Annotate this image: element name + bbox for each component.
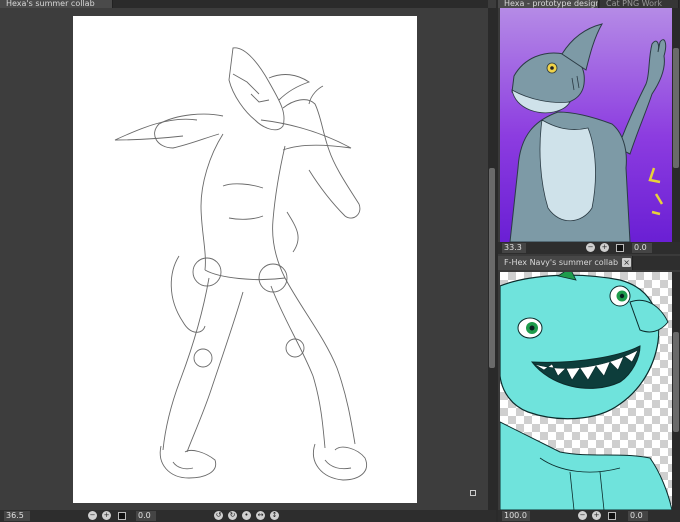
- zoom-out-button[interactable]: −: [88, 511, 97, 520]
- prototype-image[interactable]: [500, 8, 672, 242]
- bottom-right-statusbar: 100.0 − + 0.0: [498, 510, 680, 522]
- top-right-scroll-thumb[interactable]: [673, 48, 679, 168]
- fit-view-button[interactable]: [118, 512, 126, 520]
- sketch-drawing: [114, 47, 367, 481]
- tab-cat-png[interactable]: Cat PNG Work: [600, 0, 679, 8]
- rotate-right-icon[interactable]: ↻: [228, 511, 237, 520]
- bottom-right-scrollbar[interactable]: [672, 272, 680, 510]
- main-canvas-scrollbar[interactable]: [488, 8, 496, 510]
- main-canvas-scroll-thumb[interactable]: [489, 168, 495, 368]
- canvas-paper[interactable]: [73, 16, 417, 503]
- shark-character-teal: [500, 272, 672, 510]
- main-angle-field[interactable]: 0.0: [136, 511, 156, 521]
- pane-divider[interactable]: [496, 0, 498, 522]
- main-zoom-field[interactable]: 36.5: [4, 511, 30, 521]
- navy-fit-button[interactable]: [608, 512, 616, 520]
- bottom-right-scroll-thumb[interactable]: [673, 332, 679, 432]
- navy-angle-field[interactable]: 0.0: [628, 511, 648, 521]
- top-right-scrollbar[interactable]: [672, 8, 680, 242]
- main-canvas-tabbar: Hexa's summer collab: [0, 0, 488, 8]
- top-right-statusbar: 33.3 − + 0.0: [498, 242, 680, 254]
- flip-horizontal-icon[interactable]: ↔: [256, 511, 265, 520]
- shark-character-grey: [509, 23, 667, 242]
- bottom-right-tabbar: F-Hex Navy's summer collab ×: [498, 256, 680, 270]
- flip-vertical-icon[interactable]: ↕: [270, 511, 279, 520]
- prototype-zoom-field[interactable]: 33.3: [502, 243, 526, 253]
- tab-navy-summer-collab[interactable]: F-Hex Navy's summer collab ×: [498, 256, 633, 270]
- navy-zoom-field[interactable]: 100.0: [502, 511, 530, 521]
- tab-navy-summer-collab-label: F-Hex Navy's summer collab: [504, 258, 619, 267]
- navy-collab-image[interactable]: [500, 272, 672, 510]
- zoom-in-button[interactable]: +: [102, 511, 111, 520]
- main-canvas-pane: Hexa's summer collab 36.5 − + 0.0 ↺ ↻ • …: [0, 0, 498, 522]
- close-icon[interactable]: ×: [622, 258, 632, 267]
- navy-zoom-out-button[interactable]: −: [578, 511, 587, 520]
- prototype-angle-field[interactable]: 0.0: [632, 243, 652, 253]
- rotate-left-icon[interactable]: ↺: [214, 511, 223, 520]
- tab-main-canvas[interactable]: Hexa's summer collab: [0, 0, 113, 8]
- prototype-zoom-out-button[interactable]: −: [586, 243, 595, 252]
- rotate-reset-icon[interactable]: •: [242, 511, 251, 520]
- canvas-corner-marker: [470, 490, 476, 496]
- prototype-zoom-in-button[interactable]: +: [600, 243, 609, 252]
- top-right-tabbar: Hexa - prototype design Cat PNG Work: [498, 0, 680, 8]
- tab-prototype-design[interactable]: Hexa - prototype design: [498, 0, 599, 8]
- prototype-fit-button[interactable]: [616, 244, 624, 252]
- main-canvas-statusbar: 36.5 − + 0.0 ↺ ↻ • ↔ ↕: [0, 510, 498, 522]
- navy-zoom-in-button[interactable]: +: [592, 511, 601, 520]
